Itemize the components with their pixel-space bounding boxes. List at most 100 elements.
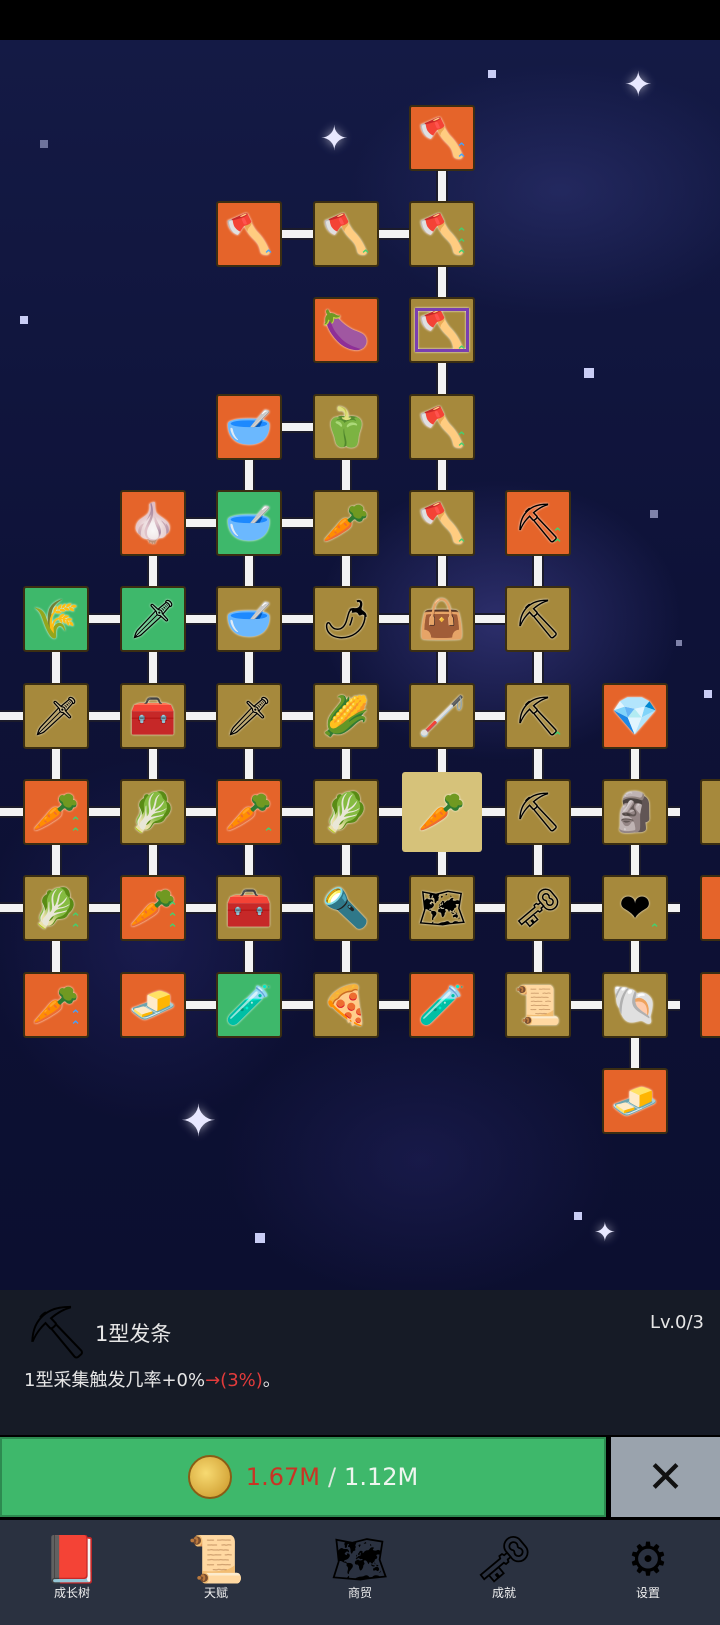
tree-link <box>436 264 448 300</box>
skill-node-shovel-red[interactable]: 🪓 ⌃ <box>313 201 379 267</box>
skill-node-staff[interactable]: 🦯 <box>409 683 475 749</box>
skill-node-radish[interactable]: 🥕 <box>313 490 379 556</box>
skill-node-scroll[interactable]: 📜 <box>505 972 571 1038</box>
upgrade-arrow-icon: ⌃ ⌃ <box>456 430 467 456</box>
skill-name: 1型发条 <box>95 1322 172 1346</box>
skill-node-map[interactable]: 🗺 <box>409 875 475 941</box>
skill-node-pickaxe-1[interactable]: ⛏ ⌃ ⌃ <box>505 490 571 556</box>
close-button[interactable]: ✕ <box>611 1437 720 1517</box>
chili-icon: 🌶 <box>321 597 371 641</box>
tree-link <box>279 806 316 818</box>
skill-node-cut-1[interactable] <box>700 779 720 845</box>
skill-node-chest-2[interactable]: 🧰 <box>216 875 282 941</box>
skill-node-cut-3[interactable] <box>700 972 720 1038</box>
nav-label: 商贸 <box>347 1586 372 1600</box>
skill-node-carrot-2[interactable]: 🥕 ⌃ <box>216 779 282 845</box>
tree-link <box>436 168 448 204</box>
skill-node-pickaxe-2[interactable]: ⛏ <box>505 586 571 652</box>
nav-talent[interactable]: 📜 天赋 <box>161 1520 271 1625</box>
gold-bar-icon: 🧈 <box>129 983 177 1027</box>
skill-node-gold-bar[interactable]: 🧈 <box>120 972 186 1038</box>
upgrade-arrow-icon: ⌃ <box>456 344 467 359</box>
description-suffix: 。 <box>262 1370 281 1391</box>
skill-node-statue[interactable]: 🗿 <box>602 779 668 845</box>
star-dot <box>488 70 496 78</box>
tree-link <box>183 517 219 529</box>
tree-link <box>532 938 544 975</box>
skill-node-sword-3[interactable]: 🗡 <box>216 683 282 749</box>
skill-node-shovel-purple[interactable]: 🪓 ⌃ <box>409 297 475 363</box>
upgrade-arrow-icon: ⌃ <box>263 826 274 841</box>
skill-node-hay[interactable]: 🌾 <box>23 586 89 652</box>
skill-node-fossil[interactable]: 🐚 <box>602 972 668 1038</box>
skill-node-cut-2[interactable] <box>700 875 720 941</box>
skill-node-bowl-2[interactable]: 🥣 <box>216 490 282 556</box>
skill-node-pizza[interactable]: 🍕 <box>313 972 379 1038</box>
skill-node-carrot-1[interactable]: 🥕 ⌃ ⌃ <box>23 779 89 845</box>
description-text: 1型采集触发几率+0% <box>24 1370 206 1391</box>
skill-node-key[interactable]: 🗝 <box>505 875 571 941</box>
skill-node-carrot-center[interactable]: 🥕 <box>402 772 482 852</box>
nav-achievement[interactable]: 🗝 成就 <box>449 1520 559 1625</box>
skill-node-potion-1[interactable]: 🧪 <box>216 972 282 1038</box>
tree-link <box>532 842 544 878</box>
tree-link <box>532 746 544 782</box>
nav-growth-tree[interactable]: 📕 成长树 <box>17 1520 127 1625</box>
sword-icon: 🗡 <box>31 694 81 738</box>
bottom-navigation: 📕 成长树 📜 天赋 🗺 商贸 🗝 成就 ⚙ 设置 <box>0 1520 720 1625</box>
skill-node-bowl-1[interactable]: 🥣 <box>216 394 282 460</box>
skill-node-sack[interactable]: 👜 <box>409 586 475 652</box>
skill-node-sword-1[interactable]: 🗡 <box>120 586 186 652</box>
skill-node-sword-2[interactable]: 🗡 <box>23 683 89 749</box>
skill-node-heart[interactable]: ❤ ⌃ <box>602 875 668 941</box>
upgrade-arrow-icon: ⌃ ⌃ <box>456 141 467 167</box>
skill-node-chili[interactable]: 🌶 <box>313 586 379 652</box>
pickaxe-icon: ⛏ <box>513 790 563 834</box>
star-dot <box>704 690 712 698</box>
star-dot <box>20 316 28 324</box>
upgrade-button[interactable]: 1.67M / 1.12M <box>0 1437 606 1517</box>
skill-node-crystal[interactable]: 💎 <box>602 683 668 749</box>
skill-node-potion-2[interactable]: 🧪 <box>409 972 475 1038</box>
skill-node-garlic[interactable]: 🧄 <box>120 490 186 556</box>
hay-bale-icon: 🌾 <box>32 597 80 641</box>
tree-link <box>50 842 62 878</box>
tree-link <box>147 746 159 782</box>
tree-link <box>376 228 412 240</box>
upgrade-arrow-icon: ⌃ ⌃ ⌃ <box>456 226 467 263</box>
skill-node-eggplant[interactable]: 🍆 <box>313 297 379 363</box>
tree-link <box>243 649 255 686</box>
skill-node-cabbage-1[interactable]: 🥬 <box>120 779 186 845</box>
bowl-icon: 🥣 <box>225 405 273 449</box>
key-icon: 🗝 <box>513 886 563 930</box>
skill-node-bowl-3[interactable]: 🥣 <box>216 586 282 652</box>
skill-node-corn[interactable]: 🌽 <box>313 683 379 749</box>
skill-tree-canvas[interactable]: ✦ ✦ ✦ ✦ 🪓 ⌃ ⌃ 🪓 ⌃ 🪓 ⌃ 🪓 ⌃ ⌃ ⌃ 🍆 🪓 ⌃ 🥣 🫑 🪓 ⌃ ⌃ 🧄 🥣 🥕 🪓 ⌃ ⛏ ⌃ ⌃ 🌾 🗡 🥣 🌶 👜… <box>0 40 720 1290</box>
skill-node-torch[interactable]: 🔦 <box>313 875 379 941</box>
skill-node-carrot-3[interactable]: 🥕 ⌃ ⌃ ⌃ <box>120 875 186 941</box>
skill-node-chest-1[interactable]: 🧰 <box>120 683 186 749</box>
skill-node-butter[interactable]: 🧈 <box>602 1068 668 1134</box>
tree-link <box>629 842 641 878</box>
tree-link <box>279 999 316 1011</box>
skill-node-cabbage-2[interactable]: 🥬 <box>313 779 379 845</box>
skill-node-shovel-5[interactable]: 🪓 ⌃ <box>409 490 475 556</box>
upgrade-arrow-icon: ⌃ ⌃ <box>70 815 81 841</box>
skill-node-cabbage-3[interactable]: 🥬 ⌃ ⌃ <box>23 875 89 941</box>
nav-settings[interactable]: ⚙ 设置 <box>593 1520 703 1625</box>
cabbage-icon: 🥬 <box>322 790 370 834</box>
carrot-icon: 🥕 <box>418 790 466 834</box>
skill-node-shovel-left[interactable]: 🪓 ⌃ <box>216 201 282 267</box>
nav-trade[interactable]: 🗺 商贸 <box>305 1520 415 1625</box>
sword-icon: 🗡 <box>224 694 274 738</box>
skill-node-shovel-4[interactable]: 🪓 ⌃ ⌃ <box>409 394 475 460</box>
skill-node-pepper-green[interactable]: 🫑 <box>313 394 379 460</box>
skill-node-carrot-4[interactable]: 🥕 ⌃ ⌃ <box>23 972 89 1038</box>
skill-detail-panel: ⛏ 1型发条 Lv.0/3 1型采集触发几率+0%→(3%)。 <box>0 1290 720 1435</box>
skill-node-pickaxe-4[interactable]: ⛏ <box>505 779 571 845</box>
skill-node-pickaxe-3[interactable]: ⛏ ⌃ <box>505 683 571 749</box>
skill-node-shovel-mid[interactable]: 🪓 ⌃ ⌃ ⌃ <box>409 201 475 267</box>
tree-link <box>376 999 412 1011</box>
skill-node-shovel-top[interactable]: 🪓 ⌃ ⌃ <box>409 105 475 171</box>
tree-link <box>279 228 316 240</box>
